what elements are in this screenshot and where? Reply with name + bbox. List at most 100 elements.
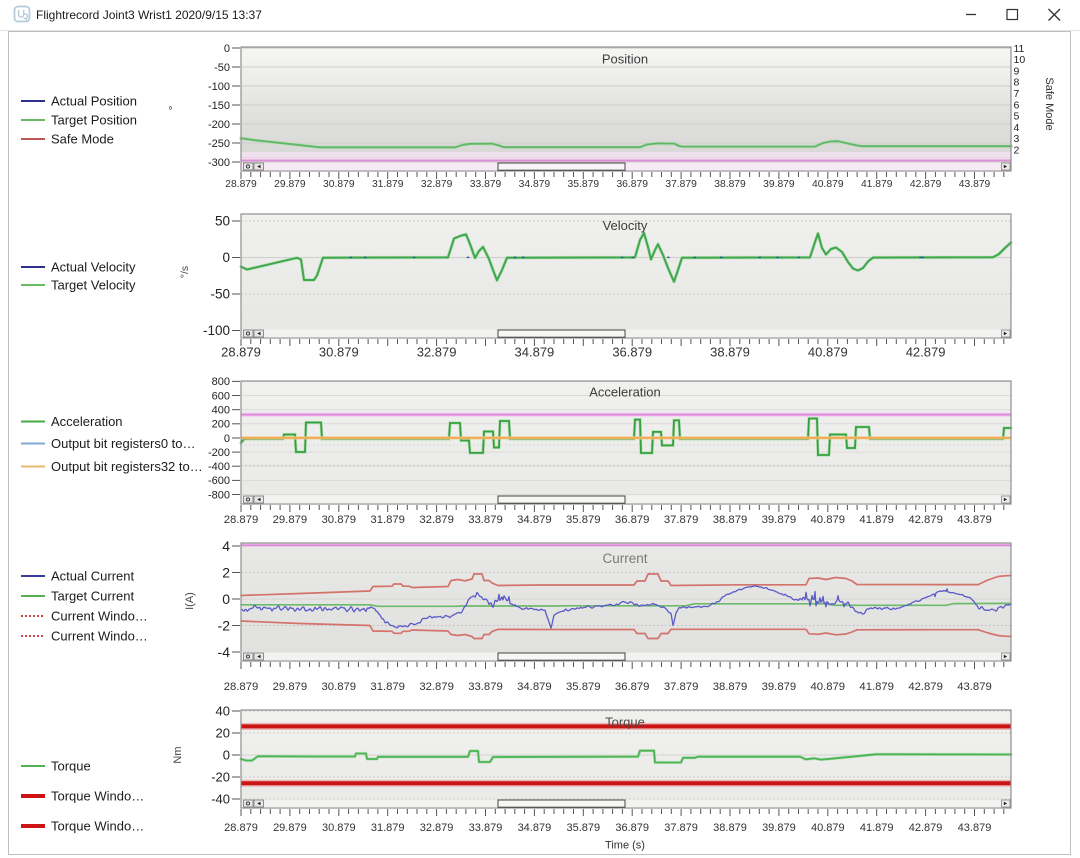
svg-text:Safe Mode: Safe Mode — [1043, 77, 1055, 130]
svg-text:Output bit registers32 to…: Output bit registers32 to… — [51, 459, 203, 474]
svg-text:42.879: 42.879 — [906, 345, 946, 360]
svg-text:31.879: 31.879 — [371, 822, 405, 834]
svg-text:7: 7 — [1014, 88, 1020, 100]
svg-text:40: 40 — [216, 703, 230, 718]
svg-text:41.879: 41.879 — [859, 681, 894, 693]
svg-text:0: 0 — [223, 747, 230, 762]
svg-text:600: 600 — [212, 390, 230, 402]
svg-text:28.879: 28.879 — [224, 822, 258, 834]
svg-text:40.879: 40.879 — [811, 822, 845, 834]
svg-text:38.879: 38.879 — [714, 179, 746, 190]
svg-text:37.879: 37.879 — [664, 681, 699, 693]
svg-text:36.879: 36.879 — [615, 822, 649, 834]
svg-text:30.879: 30.879 — [322, 822, 356, 834]
svg-text:32.879: 32.879 — [421, 179, 453, 190]
svg-text:39.879: 39.879 — [762, 822, 796, 834]
svg-text:Current Windo…: Current Windo… — [51, 609, 148, 624]
svg-text:29.879: 29.879 — [274, 179, 306, 190]
svg-text:34.879: 34.879 — [517, 681, 552, 693]
svg-text:30.879: 30.879 — [323, 179, 355, 190]
svg-text:42.879: 42.879 — [908, 681, 943, 693]
svg-text:10: 10 — [1014, 54, 1026, 66]
svg-text:29.879: 29.879 — [273, 822, 307, 834]
svg-text:31.879: 31.879 — [372, 179, 404, 190]
svg-text:-800: -800 — [208, 489, 230, 501]
svg-text:-40: -40 — [211, 791, 230, 806]
svg-text:42.879: 42.879 — [908, 514, 943, 526]
svg-text:-200: -200 — [208, 119, 230, 131]
svg-text:32.879: 32.879 — [420, 822, 454, 834]
svg-text:Torque: Torque — [51, 759, 91, 774]
svg-text:-200: -200 — [208, 447, 230, 459]
svg-text:41.879: 41.879 — [860, 822, 894, 834]
svg-text:Torque Windo…: Torque Windo… — [51, 819, 144, 834]
svg-text:40.879: 40.879 — [811, 514, 846, 526]
svg-text:4: 4 — [1014, 122, 1020, 134]
svg-text:-250: -250 — [208, 138, 230, 150]
svg-text:400: 400 — [212, 404, 230, 416]
svg-text:30.879: 30.879 — [319, 345, 359, 360]
svg-text:-100: -100 — [203, 323, 230, 338]
svg-text:37.879: 37.879 — [665, 179, 697, 190]
svg-text:Target Position: Target Position — [51, 113, 137, 128]
svg-text:Torque: Torque — [605, 715, 645, 730]
svg-text:20: 20 — [216, 725, 230, 740]
svg-text:32.879: 32.879 — [419, 681, 454, 693]
svg-text:Position: Position — [602, 52, 648, 67]
svg-text:28.879: 28.879 — [224, 681, 259, 693]
svg-text:39.879: 39.879 — [762, 514, 797, 526]
svg-text:42.879: 42.879 — [910, 179, 942, 190]
svg-text:Actual Current: Actual Current — [51, 569, 134, 584]
svg-text:35.879: 35.879 — [566, 514, 601, 526]
svg-text:39.879: 39.879 — [762, 681, 797, 693]
svg-text:31.879: 31.879 — [370, 514, 405, 526]
svg-text:33.879: 33.879 — [470, 179, 502, 190]
svg-text:°/s: °/s — [179, 266, 191, 278]
svg-text:0: 0 — [224, 433, 230, 445]
svg-text:40.879: 40.879 — [811, 681, 846, 693]
svg-text:9: 9 — [1014, 65, 1020, 77]
svg-text:0: 0 — [222, 591, 230, 607]
svg-text:-100: -100 — [208, 81, 230, 93]
svg-text:-4: -4 — [218, 644, 231, 660]
svg-text:35.879: 35.879 — [568, 179, 600, 190]
svg-text:32.879: 32.879 — [419, 514, 454, 526]
svg-text:-150: -150 — [208, 100, 230, 112]
svg-text:3: 3 — [1014, 133, 1020, 145]
svg-text:43.879: 43.879 — [958, 822, 992, 834]
svg-text:39.879: 39.879 — [763, 179, 795, 190]
svg-text:2: 2 — [222, 564, 230, 580]
svg-text:5: 5 — [1014, 111, 1020, 123]
svg-text:42.879: 42.879 — [909, 822, 943, 834]
svg-text:-50: -50 — [214, 62, 230, 74]
svg-text:35.879: 35.879 — [566, 681, 601, 693]
svg-text:28.879: 28.879 — [221, 345, 261, 360]
svg-text:38.879: 38.879 — [713, 514, 748, 526]
svg-text:32.879: 32.879 — [417, 345, 457, 360]
svg-text:40.879: 40.879 — [808, 345, 848, 360]
svg-text:Target Velocity: Target Velocity — [51, 278, 136, 293]
svg-text:29.879: 29.879 — [273, 514, 308, 526]
svg-text:43.879: 43.879 — [957, 514, 992, 526]
svg-text:8: 8 — [1014, 77, 1020, 89]
svg-text:28.879: 28.879 — [224, 514, 259, 526]
svg-text:Acceleration: Acceleration — [51, 414, 123, 429]
svg-text:-600: -600 — [208, 475, 230, 487]
svg-text:200: 200 — [212, 419, 230, 431]
svg-text:Current Windo…: Current Windo… — [51, 629, 148, 644]
svg-text:Velocity: Velocity — [603, 218, 648, 233]
svg-text:41.879: 41.879 — [859, 514, 894, 526]
svg-text:Safe Mode: Safe Mode — [51, 132, 114, 147]
svg-text:Flightrecord Joint3 Wrist1 202: Flightrecord Joint3 Wrist1 2020/9/15 13:… — [36, 8, 262, 22]
svg-text:37.879: 37.879 — [664, 514, 699, 526]
svg-text:-2: -2 — [218, 617, 231, 633]
svg-text:36.879: 36.879 — [615, 681, 650, 693]
svg-text:41.879: 41.879 — [861, 179, 893, 190]
svg-text:6: 6 — [1014, 99, 1020, 111]
svg-text:33.879: 33.879 — [469, 822, 503, 834]
svg-text:34.879: 34.879 — [515, 345, 555, 360]
svg-text:0: 0 — [222, 250, 230, 265]
svg-text:33.879: 33.879 — [468, 514, 503, 526]
svg-text:2: 2 — [1014, 145, 1020, 157]
svg-text:31.879: 31.879 — [370, 681, 405, 693]
